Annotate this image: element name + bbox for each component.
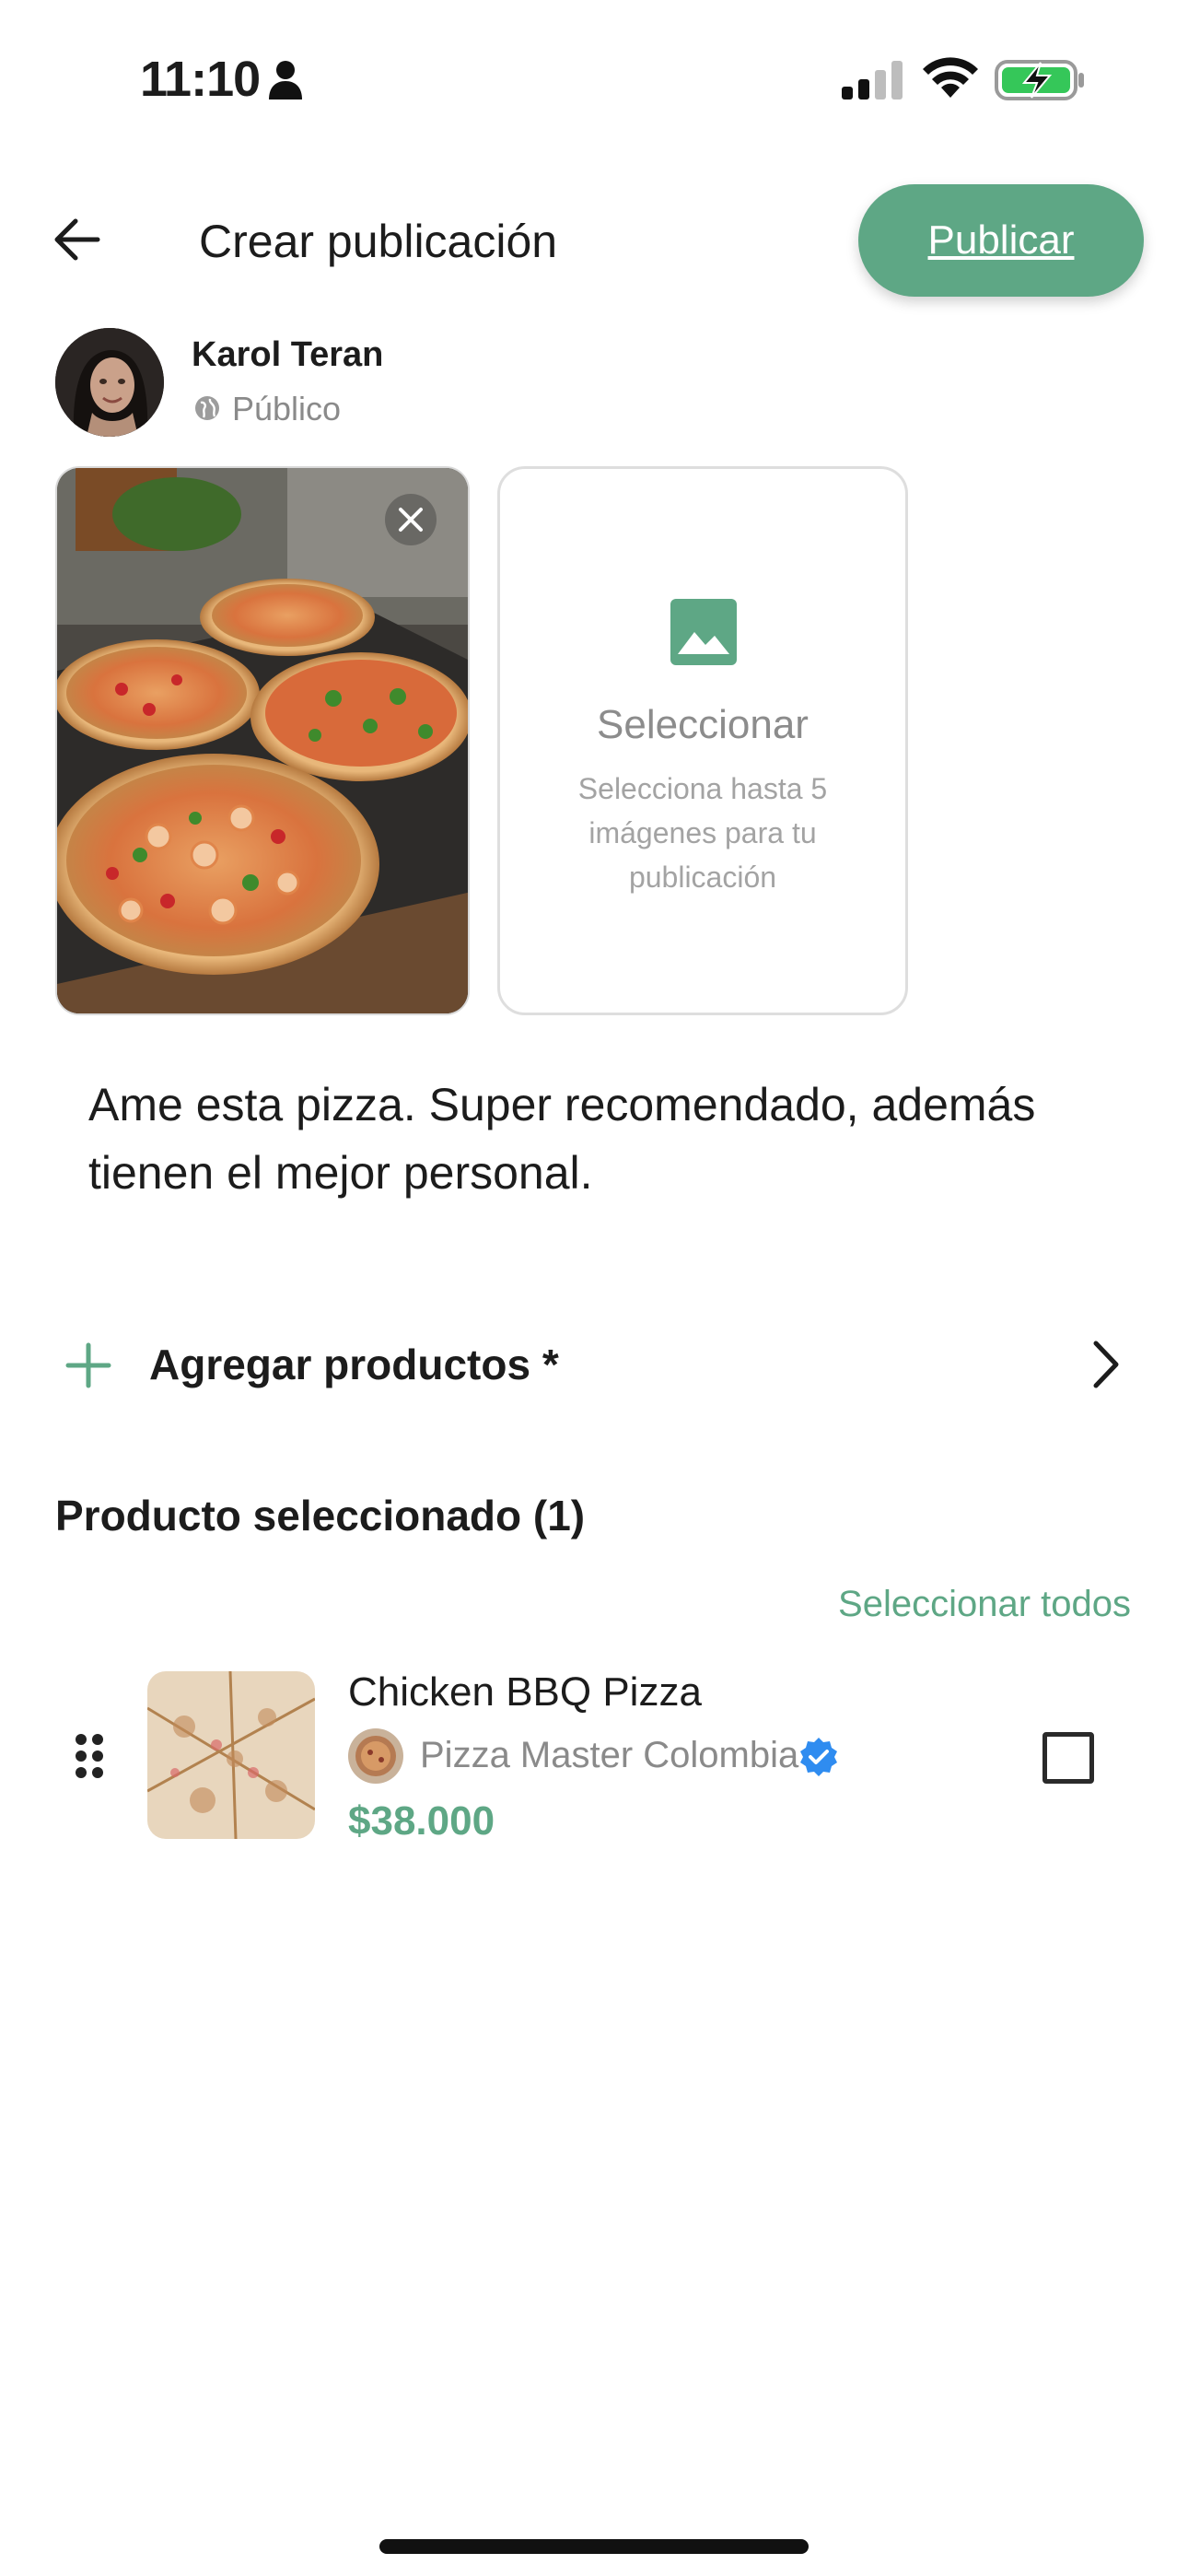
post-image-pizzas[interactable] [55,466,470,1015]
select-images-hint: Selecciona hasta 5 imágenes para tu publ… [577,772,828,894]
add-products-label: Agregar productos * [149,1341,559,1388]
verified-badge-icon [800,1738,837,1776]
plus-icon [65,1342,111,1388]
product-checkbox[interactable] [1042,1732,1094,1784]
publish-button-label: Publicar [927,217,1075,263]
store-avatar [348,1728,403,1784]
selected-products-title: Producto seleccionado (1) [55,1492,586,1540]
product-name: Chicken BBQ Pizza [348,1669,702,1715]
wifi-icon [923,57,978,98]
create-post-screen: 11:10 Crear publicación Publicar Karol T… [0,0,1188,2576]
close-icon[interactable] [383,492,438,547]
signal-icon [842,61,903,100]
chevron-right-icon [1093,1341,1119,1388]
select-images-title: Seleccionar [597,702,809,747]
store-name: Pizza Master Colombia [420,1735,799,1775]
image-icon [670,599,737,665]
home-indicator [379,2539,809,2554]
battery-charging-icon [995,60,1084,100]
publish-button[interactable]: Publicar [858,184,1144,297]
drag-handle-icon[interactable] [74,1732,105,1780]
product-price: $38.000 [348,1798,495,1844]
person-icon [269,61,302,100]
back-arrow-icon[interactable] [52,214,103,265]
product-thumbnail [147,1671,315,1839]
select-all-link[interactable]: Seleccionar todos [838,1581,1131,1627]
globe-icon [195,396,219,420]
audience-label: Público [232,390,342,427]
user-name: Karol Teran [192,335,384,374]
post-caption-text[interactable]: Ame esta pizza. Super recomendado, ademá… [88,1071,1101,1207]
status-time: 11:10 [140,52,261,107]
page-title: Crear publicación [199,216,558,267]
user-avatar [55,328,164,437]
